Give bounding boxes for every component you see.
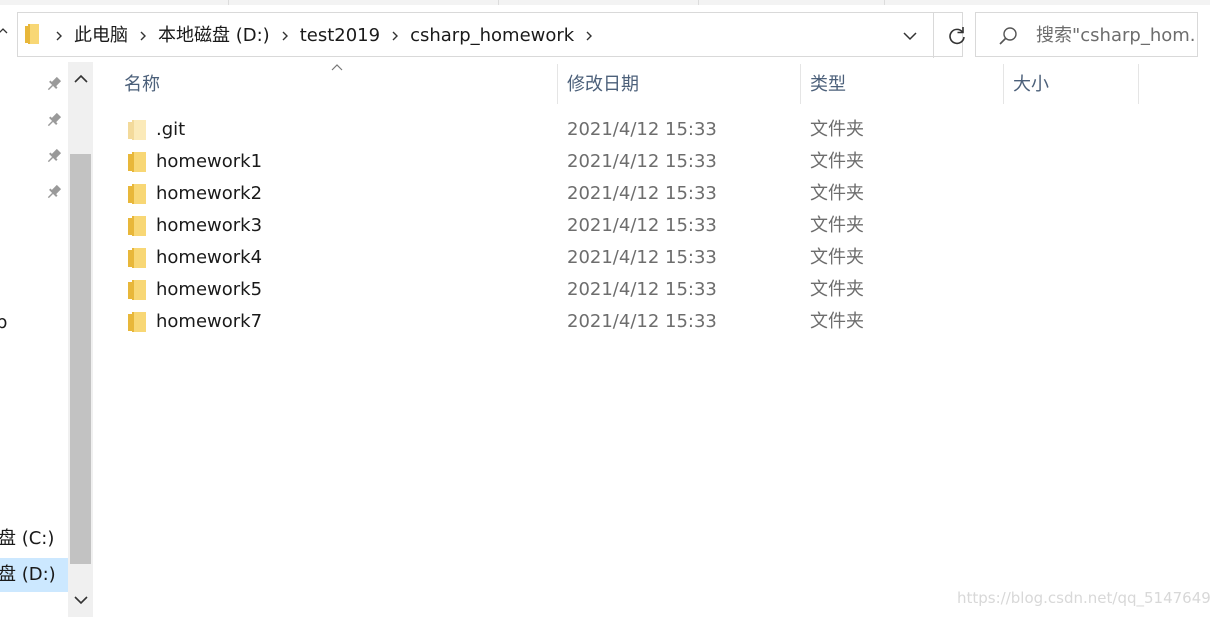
folder-icon <box>128 152 146 172</box>
nav-item-label: 盘 (C:) <box>0 528 55 549</box>
file-date-modified: 2021/4/12 15:33 <box>567 279 717 300</box>
breadcrumb-test2019[interactable]: test2019 <box>296 13 384 58</box>
nav-item-label: 盘 (D:) <box>0 564 56 585</box>
file-name: homework1 <box>156 151 263 172</box>
address-bar[interactable]: 此电脑 本地磁盘 (D:) test2019 csharp_homework <box>17 12 965 58</box>
file-name: homework5 <box>156 279 263 300</box>
nav-item-label: p <box>0 312 8 333</box>
file-name: homework4 <box>156 247 263 268</box>
scroll-down-button[interactable] <box>68 583 93 617</box>
nav-item-local-disk-d[interactable]: 盘 (D:) <box>0 558 68 592</box>
list-item[interactable]: homework7 2021/4/12 15:33 文件夹 <box>108 306 1198 338</box>
file-type: 文件夹 <box>810 279 864 300</box>
file-type: 文件夹 <box>810 151 864 172</box>
column-divider[interactable] <box>800 64 801 104</box>
pin-icon[interactable] <box>45 147 63 165</box>
folder-icon <box>128 184 146 204</box>
up-button[interactable] <box>0 22 10 44</box>
list-item[interactable]: homework1 2021/4/12 15:33 文件夹 <box>108 146 1198 178</box>
column-header-name[interactable]: 名称 <box>124 64 554 106</box>
chevron-down-icon <box>903 31 917 40</box>
column-header-date-modified[interactable]: 修改日期 <box>567 64 797 106</box>
list-item[interactable]: homework5 2021/4/12 15:33 文件夹 <box>108 274 1198 306</box>
file-date-modified: 2021/4/12 15:33 <box>567 247 717 268</box>
file-type: 文件夹 <box>810 119 864 140</box>
address-history-dropdown[interactable] <box>886 13 934 58</box>
file-date-modified: 2021/4/12 15:33 <box>567 183 717 204</box>
column-divider[interactable] <box>1003 64 1004 104</box>
breadcrumb-this-pc[interactable]: 此电脑 <box>70 13 132 58</box>
list-item[interactable]: homework3 2021/4/12 15:33 文件夹 <box>108 210 1198 242</box>
list-item[interactable]: homework2 2021/4/12 15:33 文件夹 <box>108 178 1198 210</box>
folder-icon <box>128 312 146 332</box>
chevron-right-icon[interactable] <box>578 13 600 58</box>
file-name: homework3 <box>156 215 263 236</box>
column-divider[interactable] <box>557 64 558 104</box>
file-date-modified: 2021/4/12 15:33 <box>567 119 717 140</box>
file-date-modified: 2021/4/12 15:33 <box>567 151 717 172</box>
chevron-right-icon[interactable] <box>132 13 154 58</box>
folder-icon <box>128 120 146 140</box>
pin-icon[interactable] <box>45 183 63 201</box>
search-input[interactable]: 搜索"csharp_hom... <box>975 12 1198 57</box>
refresh-button[interactable] <box>934 13 980 58</box>
chevron-down-icon <box>73 596 88 605</box>
folder-icon <box>128 280 146 300</box>
chevron-right-icon[interactable] <box>48 13 70 58</box>
file-name: .git <box>156 119 186 140</box>
refresh-icon <box>949 26 965 44</box>
breadcrumb-local-disk-d[interactable]: 本地磁盘 (D:) <box>154 13 274 58</box>
chevron-right-icon[interactable] <box>384 13 406 58</box>
breadcrumb: 此电脑 本地磁盘 (D:) test2019 csharp_homework <box>48 13 600 58</box>
scroll-thumb[interactable] <box>70 154 91 564</box>
watermark: https://blog.csdn.net/qq_51476492 <box>957 589 1210 607</box>
navigation-pane: p 盘 (C:) 盘 (D:) <box>0 62 68 617</box>
file-type: 文件夹 <box>810 183 864 204</box>
breadcrumb-csharp-homework[interactable]: csharp_homework <box>406 13 578 58</box>
chevron-right-icon[interactable] <box>274 13 296 58</box>
file-type: 文件夹 <box>810 215 864 236</box>
chevron-up-icon <box>0 28 8 34</box>
column-header-size[interactable]: 大小 <box>1013 64 1133 106</box>
column-divider[interactable] <box>1138 64 1139 104</box>
pin-icon[interactable] <box>45 75 63 93</box>
file-date-modified: 2021/4/12 15:33 <box>567 215 717 236</box>
file-name: homework2 <box>156 183 263 204</box>
chevron-up-icon <box>73 74 88 83</box>
nav-item-partial[interactable]: p <box>0 306 64 340</box>
search-icon <box>999 27 1017 45</box>
folder-icon <box>128 216 146 236</box>
search-placeholder: 搜索"csharp_hom... <box>1036 25 1196 46</box>
column-header-type[interactable]: 类型 <box>810 64 1000 106</box>
file-type: 文件夹 <box>810 247 864 268</box>
folder-icon <box>25 24 39 44</box>
pin-icon[interactable] <box>45 111 63 129</box>
file-date-modified: 2021/4/12 15:33 <box>567 311 717 332</box>
nav-item-local-disk-c[interactable]: 盘 (C:) <box>0 522 68 556</box>
list-item[interactable]: .git 2021/4/12 15:33 文件夹 <box>108 114 1198 146</box>
scroll-up-button[interactable] <box>68 62 93 96</box>
file-name: homework7 <box>156 311 263 332</box>
list-item[interactable]: homework4 2021/4/12 15:33 文件夹 <box>108 242 1198 274</box>
ribbon-strip <box>0 0 1210 5</box>
file-type: 文件夹 <box>810 311 864 332</box>
folder-icon <box>128 248 146 268</box>
nav-scrollbar[interactable] <box>68 62 93 617</box>
